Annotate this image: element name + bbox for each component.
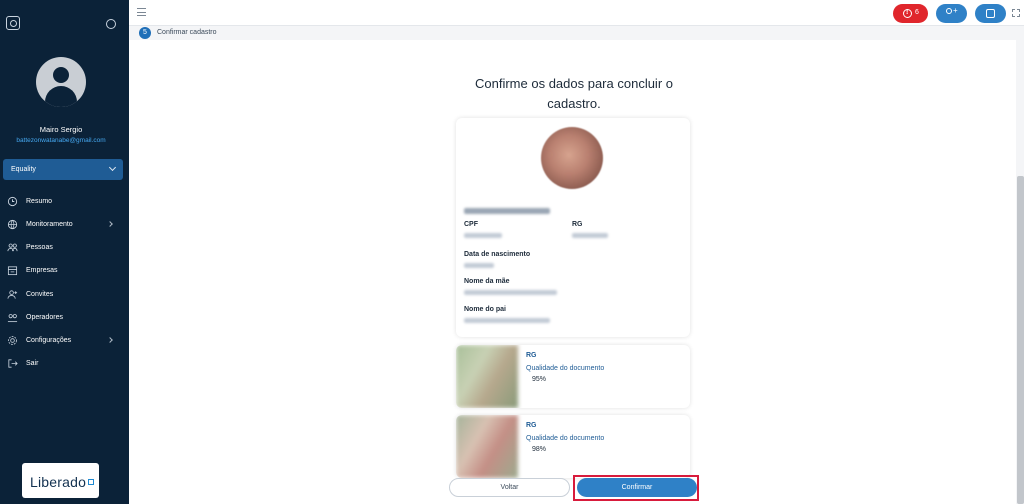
stepper: 5 Confirmar cadastro (129, 26, 1016, 40)
alerts-button[interactable]: 6 (893, 4, 928, 23)
people-icon (7, 243, 18, 252)
chevron-right-icon (107, 221, 113, 227)
globe-icon (7, 219, 18, 230)
father-name-value-redacted (464, 318, 550, 323)
chevron-down-icon (108, 163, 117, 172)
sidebar-item-pessoas[interactable]: Pessoas (0, 240, 122, 256)
operators-icon (7, 314, 18, 323)
sidebar-item-label: Sair (26, 360, 39, 367)
add-company-button[interactable] (975, 4, 1006, 23)
add-person-button[interactable] (936, 4, 967, 23)
birth-date-label: Data de nascimento (464, 251, 531, 258)
step-number: 5 (139, 27, 151, 39)
cpf-label: CPF (464, 221, 478, 228)
user-email: battezonwatanabe@gmail.com (16, 137, 106, 144)
brand-logo: Liberado (22, 463, 99, 498)
sidebar-item-resumo[interactable]: Resumo (0, 194, 122, 210)
document-card: RG Qualidade do documento 98% (456, 415, 690, 478)
page-title: Confirme os dados para concluir o cadast… (475, 76, 673, 111)
company-select-label: Equality (11, 166, 36, 173)
document-quality-label: Qualidade do documento (526, 435, 605, 442)
content-panel: Confirme os dados para concluir o cadast… (129, 40, 1016, 504)
building-icon (986, 9, 995, 18)
document-thumbnail[interactable] (456, 345, 518, 408)
rg-label: RG (572, 221, 583, 228)
chevron-right-icon (107, 337, 113, 343)
sidebar-item-label: Configurações (26, 337, 72, 344)
document-quality-value: 98% (532, 446, 547, 453)
sidebar-item-configuracoes[interactable]: Configurações (0, 333, 122, 349)
document-type: RG (526, 422, 537, 429)
sidebar-item-monitoramento[interactable]: Monitoramento (0, 217, 122, 233)
father-name-label: Nome do pai (464, 306, 507, 313)
brand-mark-icon (88, 479, 94, 485)
person-name-redacted (464, 208, 550, 214)
sidebar-item-label: Pessoas (26, 244, 53, 251)
menu-icon[interactable] (137, 8, 146, 16)
document-card: RG Qualidade do documento 95% (456, 345, 690, 408)
add-user-icon (7, 290, 18, 299)
cpf-value-redacted (464, 233, 502, 238)
back-button[interactable]: Voltar (449, 478, 570, 497)
sidebar-item-sair[interactable]: Sair (0, 356, 122, 372)
alert-icon (903, 9, 912, 18)
sidebar-item-convites[interactable]: Convites (0, 287, 122, 303)
vertical-scrollbar[interactable] (1017, 176, 1024, 504)
logout-icon (8, 359, 18, 368)
document-quality-value: 95% (532, 376, 547, 383)
document-quality-label: Qualidade do documento (526, 365, 605, 372)
step-label: Confirmar cadastro (157, 29, 217, 36)
person-photo (541, 127, 603, 189)
sidebar-item-label: Resumo (26, 198, 53, 205)
document-type: RG (526, 352, 537, 359)
document-thumbnail[interactable] (456, 415, 518, 478)
birth-date-value-redacted (464, 263, 494, 268)
sidebar: Mairo Sergio battezonwatanabe@gmail.com … (0, 0, 129, 504)
confirm-button[interactable]: Confirmar (577, 478, 697, 497)
sidebar-item-label: Operadores (26, 314, 63, 321)
fullscreen-icon[interactable] (1012, 9, 1020, 17)
account-circle-icon[interactable] (106, 19, 116, 29)
user-name: Mairo Sergio (39, 125, 83, 134)
company-select[interactable]: Equality (3, 159, 123, 180)
mother-name-label: Nome da mãe (464, 278, 510, 285)
top-bar: 6 (129, 0, 1024, 26)
main-content: 5 Confirmar cadastro Confirme os dados p… (129, 26, 1024, 504)
brand-logo-text: Liberado (30, 474, 87, 490)
person-summary-card: CPF RG Data de nascimento Nome da mãe No… (456, 118, 690, 337)
building-icon (7, 266, 18, 276)
sidebar-item-label: Empresas (26, 267, 58, 274)
sidebar-item-label: Convites (26, 291, 54, 298)
alerts-count: 6 (915, 9, 919, 16)
rg-value-redacted (572, 233, 608, 238)
sidebar-item-label: Monitoramento (26, 221, 73, 228)
add-user-icon (946, 6, 958, 15)
gear-icon (8, 336, 17, 345)
sidebar-item-operadores[interactable]: Operadores (0, 310, 122, 326)
avatar (36, 57, 86, 107)
clock-icon (7, 196, 18, 207)
mother-name-value-redacted (464, 290, 557, 295)
face-scan-icon[interactable] (6, 16, 20, 30)
sidebar-item-empresas[interactable]: Empresas (0, 263, 122, 279)
